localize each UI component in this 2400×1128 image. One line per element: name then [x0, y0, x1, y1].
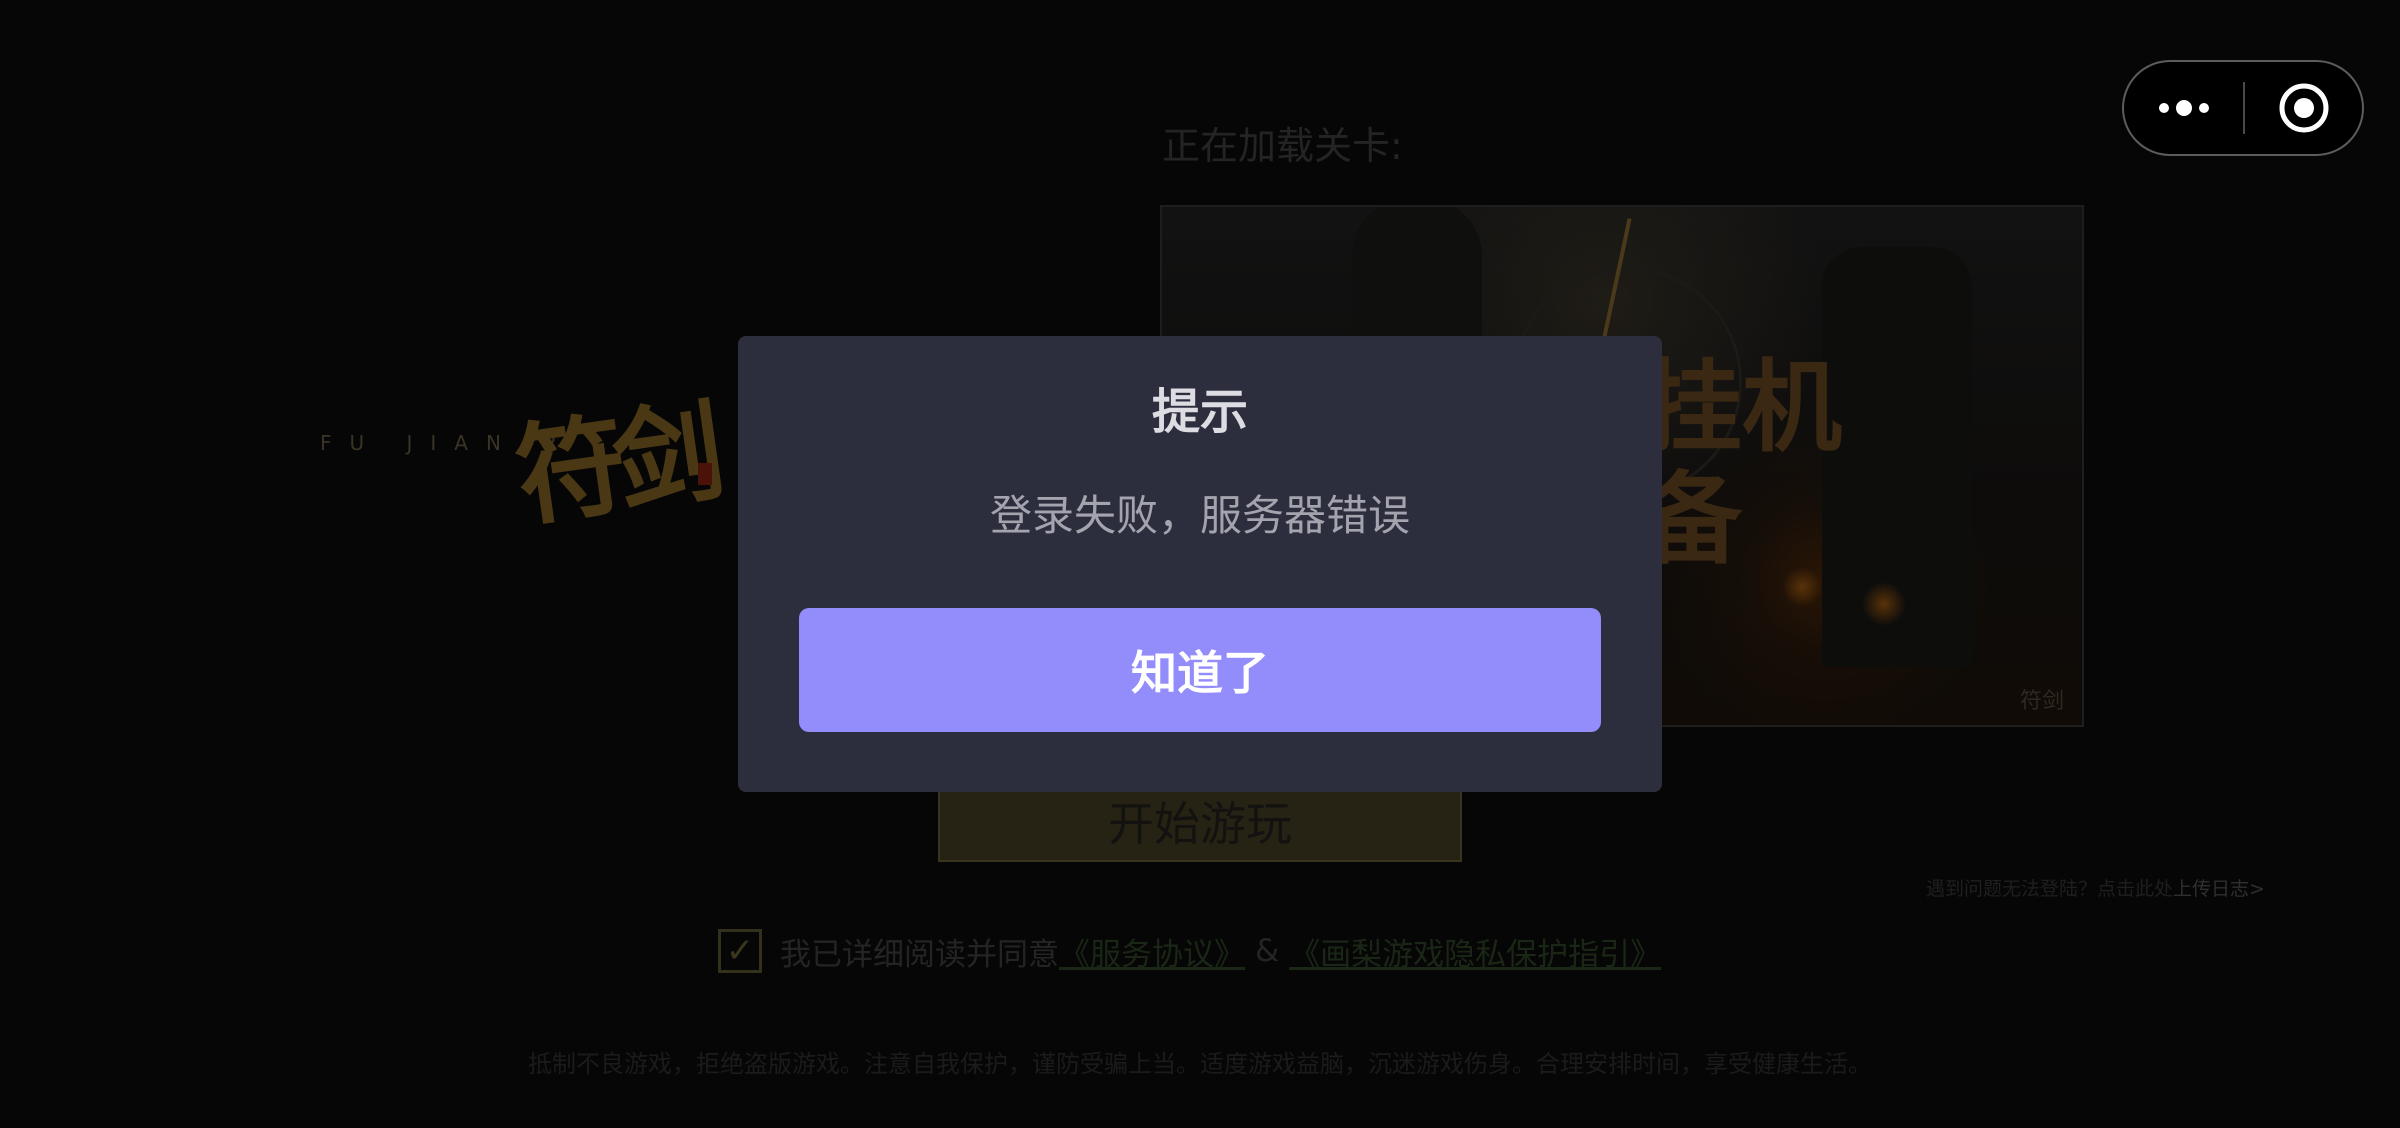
dialog-message: 登录失败，服务器错误 [989, 491, 1410, 540]
target-close-icon [2279, 83, 2328, 133]
confirm-button[interactable]: 知道了 [799, 608, 1601, 732]
alert-dialog: 提示 登录失败，服务器错误 知道了 [738, 336, 1662, 792]
more-button[interactable] [2124, 62, 2243, 154]
miniprogram-capsule [2122, 60, 2364, 156]
dialog-title: 提示 [1151, 384, 1248, 440]
close-miniprogram-button[interactable] [2245, 62, 2362, 154]
more-dots-icon [2158, 100, 2209, 116]
game-screen: FU JIAN R 符剑 正在加载关卡: 挂机 备 符剑 开始游玩 遇到问题无法… [0, 0, 2400, 1128]
